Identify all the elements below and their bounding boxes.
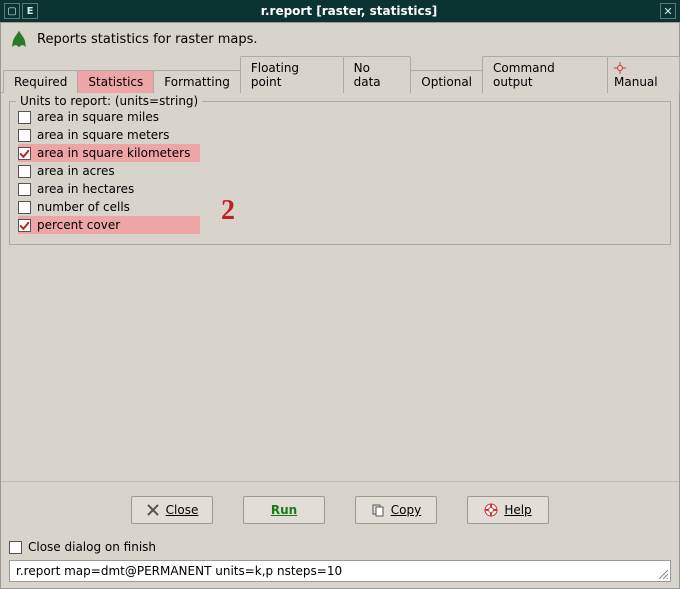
window-title: r.report [raster, statistics]: [38, 4, 660, 18]
checkbox-label: area in square kilometers: [37, 146, 190, 160]
annotation-number: 2: [221, 195, 235, 227]
checkbox-label: area in acres: [37, 164, 115, 178]
tab-formatting[interactable]: Formatting: [153, 70, 241, 93]
checkbox-label: number of cells: [37, 200, 130, 214]
tab-optional[interactable]: Optional: [410, 70, 483, 93]
checkbox-row-a[interactable]: area in acres: [18, 162, 662, 180]
checkbox-a[interactable]: [18, 165, 31, 178]
command-line[interactable]: r.report map=dmt@PERMANENT units=k,p nst…: [9, 560, 671, 582]
tab-command-output[interactable]: Command output: [482, 56, 608, 93]
copy-button[interactable]: Copy: [355, 496, 437, 524]
close-on-finish-row[interactable]: Close dialog on finish: [9, 538, 671, 556]
checkbox-label: area in square miles: [37, 110, 159, 124]
run-button[interactable]: Run: [243, 496, 325, 524]
checkbox-p[interactable]: [18, 219, 31, 232]
checkbox-row-mi[interactable]: area in square miles: [18, 108, 662, 126]
tab-no-data[interactable]: No data: [343, 56, 412, 93]
command-text: r.report map=dmt@PERMANENT units=k,p nst…: [16, 564, 342, 578]
resize-handle-icon[interactable]: [656, 567, 668, 579]
checkbox-k[interactable]: [18, 147, 31, 160]
help-button[interactable]: Help: [467, 496, 549, 524]
crosshair-icon: [614, 62, 626, 74]
units-groupbox: Units to report: (units=string) area in …: [9, 101, 671, 245]
checkbox-label: percent cover: [37, 218, 120, 232]
checkbox-mi[interactable]: [18, 111, 31, 124]
tab-statistics[interactable]: Statistics: [77, 70, 154, 93]
window-menu-icon[interactable]: ▢: [4, 3, 20, 19]
close-on-finish-label: Close dialog on finish: [28, 540, 156, 554]
checkbox-label: area in square meters: [37, 128, 169, 142]
checkbox-h[interactable]: [18, 183, 31, 196]
checkbox-label: area in hectares: [37, 182, 134, 196]
checkbox-row-h[interactable]: area in hectares: [18, 180, 662, 198]
checkbox-row-c[interactable]: number of cells: [18, 198, 662, 216]
lifebuoy-icon: [484, 503, 498, 517]
window-restore-icon[interactable]: E: [22, 3, 38, 19]
groupbox-legend: Units to report: (units=string): [16, 94, 202, 108]
grass-logo-icon: [9, 29, 29, 49]
close-on-finish-checkbox[interactable]: [9, 541, 22, 554]
app-window: Reports statistics for raster maps. Requ…: [0, 22, 680, 589]
tab-floating-point[interactable]: Floating point: [240, 56, 344, 93]
tab-manual[interactable]: Manual: [607, 56, 680, 93]
bottom-area: Close dialog on finish r.report map=dmt@…: [1, 534, 679, 588]
close-button[interactable]: Close: [131, 496, 213, 524]
close-icon[interactable]: [660, 3, 676, 19]
tab-required[interactable]: Required: [3, 70, 78, 93]
close-x-icon: [146, 503, 160, 517]
checkbox-row-p[interactable]: percent cover: [18, 216, 200, 234]
copy-icon: [371, 503, 385, 517]
checkbox-c[interactable]: [18, 201, 31, 214]
button-row: Close Run Copy Help: [1, 481, 679, 534]
tab-bar: Required Statistics Formatting Floating …: [1, 55, 679, 93]
titlebar: ▢ E r.report [raster, statistics]: [0, 0, 680, 22]
description-text: Reports statistics for raster maps.: [37, 32, 258, 47]
tab-panel: Units to report: (units=string) area in …: [1, 93, 679, 481]
checkbox-row-me[interactable]: area in square meters: [18, 126, 662, 144]
checkbox-row-k[interactable]: area in square kilometers: [18, 144, 200, 162]
checkbox-me[interactable]: [18, 129, 31, 142]
